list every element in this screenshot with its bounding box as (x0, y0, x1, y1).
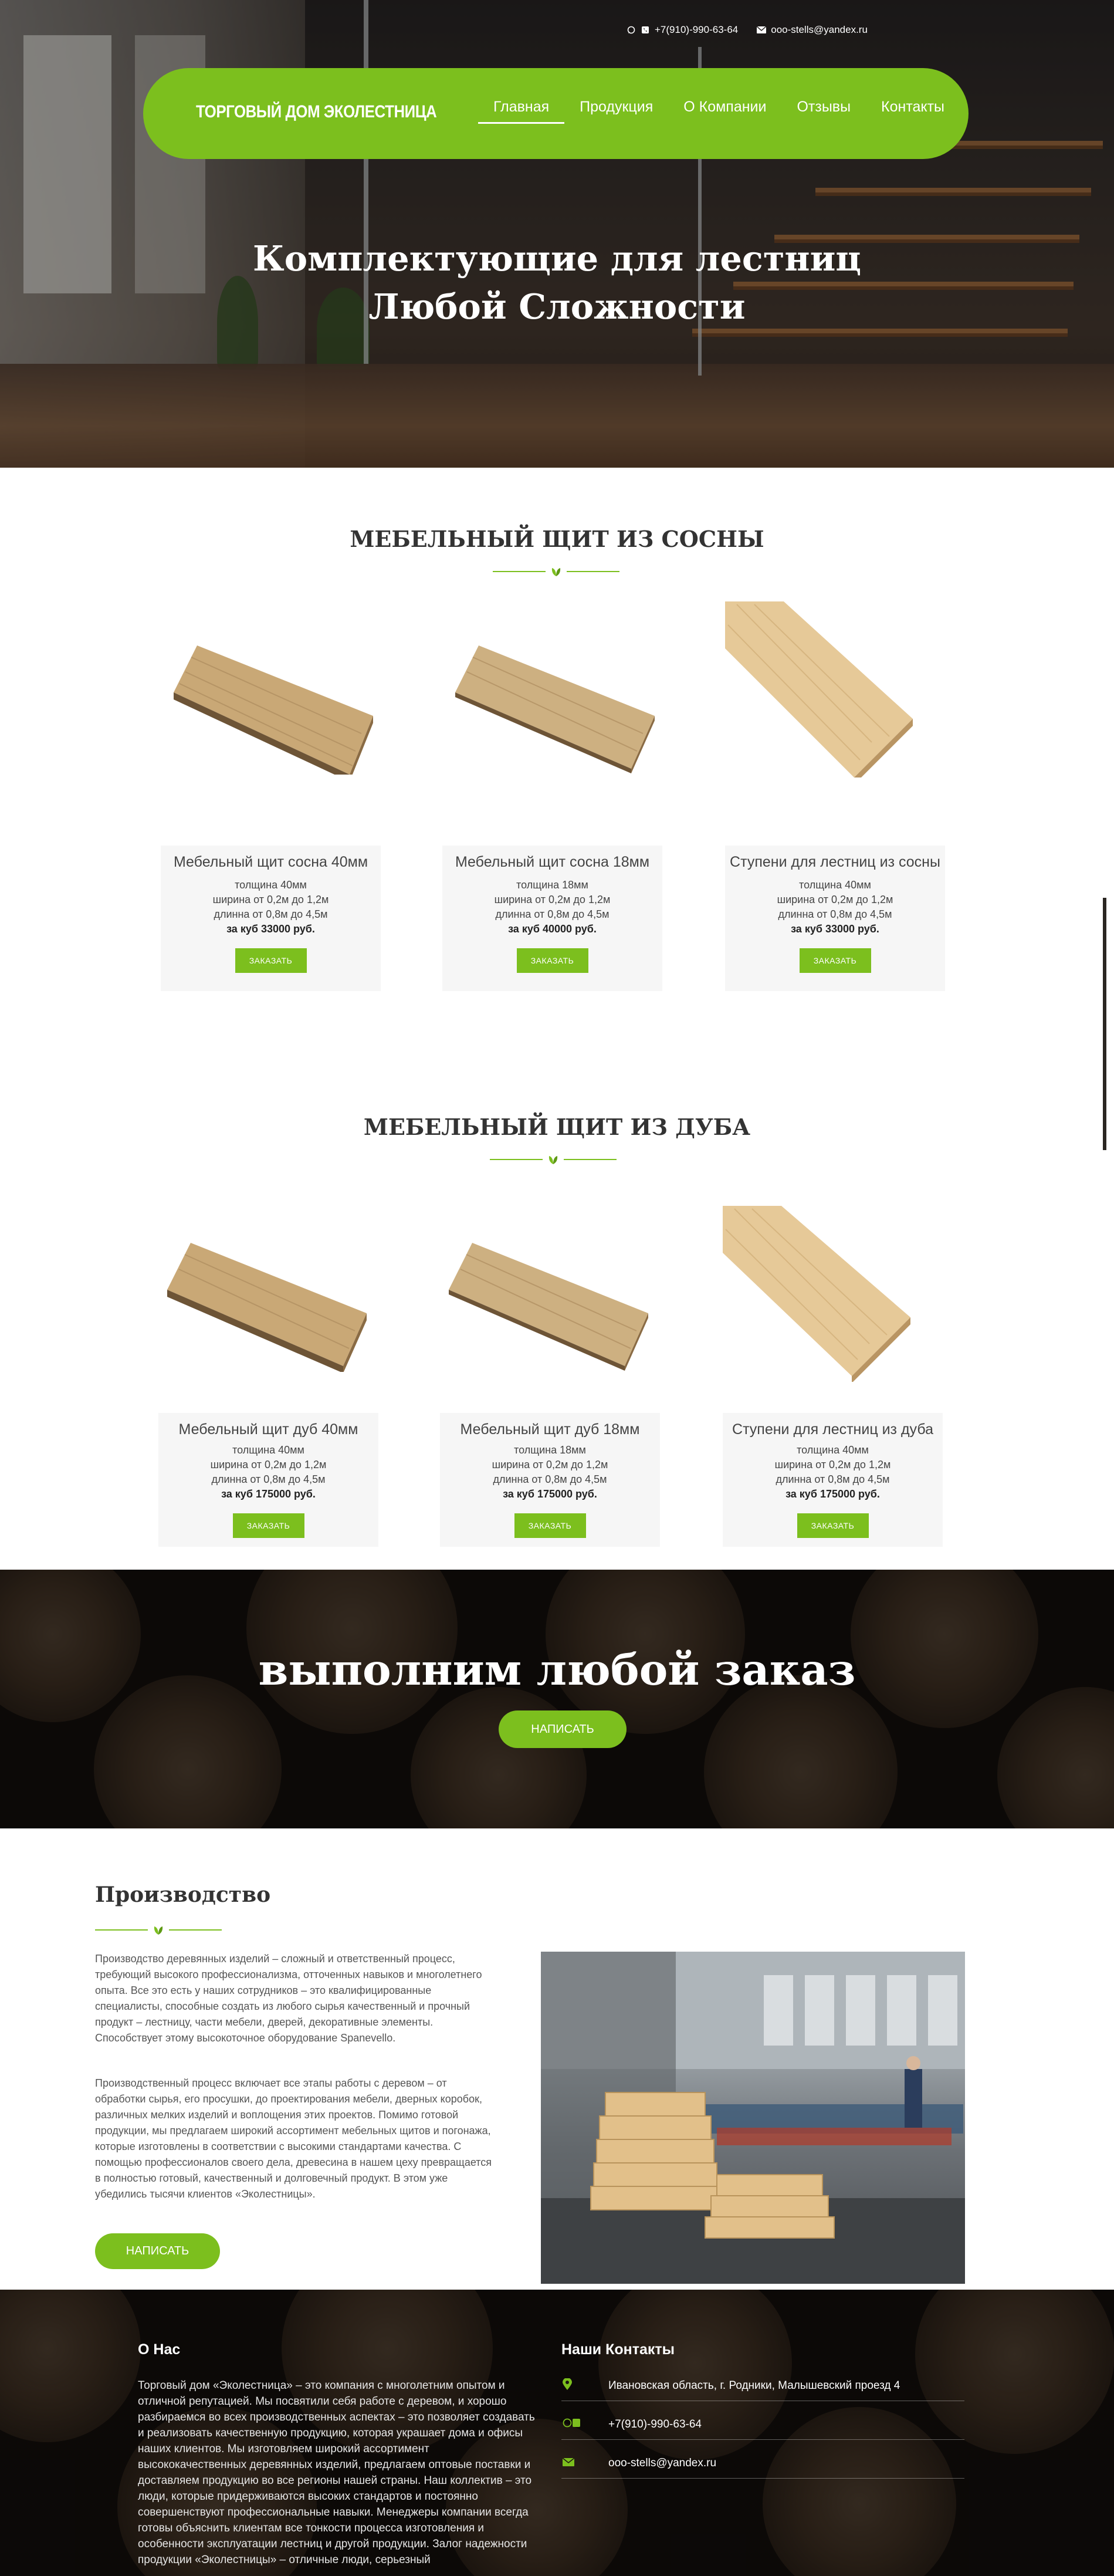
product-thickness: толщина 40мм (235, 879, 307, 891)
product-length: длинна от 0,8м до 4,5м (211, 1473, 326, 1485)
order-button[interactable]: ЗАКАЗАТЬ (232, 1513, 304, 1538)
product-name: Ступени для лестниц из сосны (730, 854, 940, 870)
product-length: длинна от 0,8м до 4,5м (214, 908, 328, 920)
product-name: Мебельный щит дуб 40мм (178, 1421, 358, 1438)
nav-item-reviews[interactable]: Отзывы (781, 99, 866, 124)
product-name: Мебельный щит дуб 18мм (460, 1421, 640, 1438)
topbar-email-text[interactable]: ooo-stells@yandex.ru (771, 24, 868, 36)
banner-overlay (0, 1570, 1114, 1828)
section-divider (493, 566, 619, 577)
footer-contact-address: Ивановская область, г. Родники, Малышевс… (561, 2371, 964, 2401)
hero-section: +7(910)-990-63-64 ooo-stells@yandex.ru Т… (0, 0, 1114, 468)
production-paragraph: Производственный процесс включает все эт… (95, 2077, 492, 2200)
order-button[interactable]: ЗАКАЗАТЬ (516, 948, 588, 973)
production-paragraph: Производство деревянных изделий – сложны… (95, 1953, 482, 2044)
side-scroll-strip[interactable] (1103, 898, 1106, 1150)
footer-about-text: Торговый дом «Эколестница» – это компани… (138, 2379, 535, 2566)
main-navbar: ТОРГОВЫЙ ДОМ ЭКОЛЕСТНИЦА Главная Продукц… (143, 68, 969, 159)
oak-section-title: МЕБЕЛЬНЫЙ ЩИТ ИЗ ДУБА (363, 1114, 751, 1140)
order-button[interactable]: ЗАКАЗАТЬ (799, 948, 871, 973)
product-price: за куб 175000 руб. (785, 1488, 880, 1500)
order-banner: выполним любой заказ НАПИСАТЬ (0, 1570, 1114, 1828)
whatsapp-phone-icon (561, 2418, 608, 2431)
product-thickness: толщина 40мм (232, 1444, 304, 1456)
product-image (167, 1243, 367, 1375)
footer: О Нас Торговый дом «Эколестница» – это к… (0, 2290, 1114, 2576)
map-pin-icon (561, 2377, 608, 2394)
product-image (723, 1206, 910, 1385)
product-image (174, 645, 373, 782)
product-length: длинна от 0,8м до 4,5м (495, 908, 610, 920)
production-title: Производство (95, 1882, 271, 1907)
product-name: Мебельный щит сосна 40мм (173, 854, 368, 870)
nav-item-contacts[interactable]: Контакты (866, 99, 960, 124)
product-image (455, 645, 655, 777)
product-width: ширина от 0,2м до 1,2м (210, 1459, 327, 1470)
leaf-icon (546, 1154, 560, 1165)
product-image (725, 601, 913, 785)
pine-section-title: МЕБЕЛЬНЫЙ ЩИТ ИЗ СОСНЫ (350, 526, 764, 552)
product-width: ширина от 0,2м до 1,2м (492, 1459, 608, 1470)
nav-menu: Главная Продукция О Компании Отзывы Конт… (478, 99, 960, 124)
order-button[interactable]: ЗАКАЗАТЬ (514, 1513, 586, 1538)
topbar: +7(910)-990-63-64 ooo-stells@yandex.ru (627, 21, 868, 39)
section-divider (490, 1154, 617, 1165)
product-name: Ступени для лестниц из дуба (732, 1421, 933, 1438)
product-info: Мебельный щит сосна 40мм толщина 40мм ши… (161, 846, 381, 991)
banner-title: выполним любой заказ (258, 1645, 856, 1695)
product-length: длинна от 0,8м до 4,5м (778, 908, 892, 920)
production-write-button[interactable]: НАПИСАТЬ (95, 2233, 220, 2269)
product-width: ширина от 0,2м до 1,2м (774, 1459, 891, 1470)
product-width: ширина от 0,2м до 1,2м (494, 894, 611, 905)
hero-title: Комплектующие для лестниц Любой Сложност… (0, 235, 1114, 331)
footer-about-title: О Нас (138, 2341, 181, 2358)
product-price: за куб 33000 руб. (226, 923, 315, 935)
hero-title-line2: Любой Сложности (368, 286, 746, 327)
footer-contact-email[interactable]: ooo-stells@yandex.ru (561, 2448, 964, 2479)
topbar-phone[interactable]: +7(910)-990-63-64 (627, 24, 738, 36)
product-length: длинна от 0,8м до 4,5м (776, 1473, 890, 1485)
leaf-icon (549, 566, 563, 577)
order-button[interactable]: ЗАКАЗАТЬ (235, 948, 307, 973)
product-info: Мебельный щит дуб 18мм толщина 18мм шири… (440, 1413, 660, 1547)
nav-item-about[interactable]: О Компании (668, 99, 781, 124)
site-logo[interactable]: ТОРГОВЫЙ ДОМ ЭКОЛЕСТНИЦА (196, 102, 437, 122)
banner-write-button[interactable]: НАПИСАТЬ (499, 1710, 627, 1748)
product-thickness: толщина 40мм (799, 879, 871, 891)
product-info: Мебельный щит дуб 40мм толщина 40мм шири… (158, 1413, 378, 1547)
product-name: Мебельный щит сосна 18мм (455, 854, 650, 870)
whatsapp-icon (627, 25, 636, 35)
product-price: за куб 175000 руб. (503, 1488, 597, 1500)
order-button[interactable]: ЗАКАЗАТЬ (797, 1513, 869, 1538)
nav-item-home[interactable]: Главная (478, 99, 565, 124)
footer-phone-text[interactable]: +7(910)-990-63-64 (608, 2418, 702, 2431)
product-image (449, 1243, 648, 1375)
product-thickness: толщина 40мм (797, 1444, 869, 1456)
hero-title-line1: Комплектующие для лестниц (253, 238, 861, 279)
product-price: за куб 175000 руб. (221, 1488, 316, 1500)
section-divider (95, 1924, 222, 1936)
product-info: Ступени для лестниц из сосны толщина 40м… (725, 846, 945, 991)
product-length: длинна от 0,8м до 4,5м (493, 1473, 607, 1485)
product-price: за куб 33000 руб. (791, 923, 879, 935)
footer-address-text: Ивановская область, г. Родники, Малышевс… (608, 2379, 900, 2392)
product-info: Мебельный щит сосна 18мм толщина 18мм ши… (442, 846, 662, 991)
product-info: Ступени для лестниц из дуба толщина 40мм… (723, 1413, 943, 1547)
footer-email-text[interactable]: ooo-stells@yandex.ru (608, 2457, 716, 2470)
leaf-icon (151, 1924, 165, 1936)
topbar-phone-text[interactable]: +7(910)-990-63-64 (655, 24, 738, 36)
envelope-icon (757, 25, 767, 35)
topbar-email[interactable]: ooo-stells@yandex.ru (757, 24, 868, 36)
product-thickness: толщина 18мм (516, 879, 588, 891)
footer-contact-phone[interactable]: +7(910)-990-63-64 (561, 2409, 964, 2440)
product-price: за куб 40000 руб. (508, 923, 597, 935)
nav-item-products[interactable]: Продукция (564, 99, 668, 124)
product-width: ширина от 0,2м до 1,2м (212, 894, 329, 905)
phone-icon (641, 25, 650, 35)
factory-photo (541, 1952, 965, 2284)
product-width: ширина от 0,2м до 1,2м (777, 894, 893, 905)
footer-contacts-title: Наши Контакты (561, 2341, 675, 2358)
envelope-icon (561, 2456, 608, 2470)
product-thickness: толщина 18мм (514, 1444, 586, 1456)
